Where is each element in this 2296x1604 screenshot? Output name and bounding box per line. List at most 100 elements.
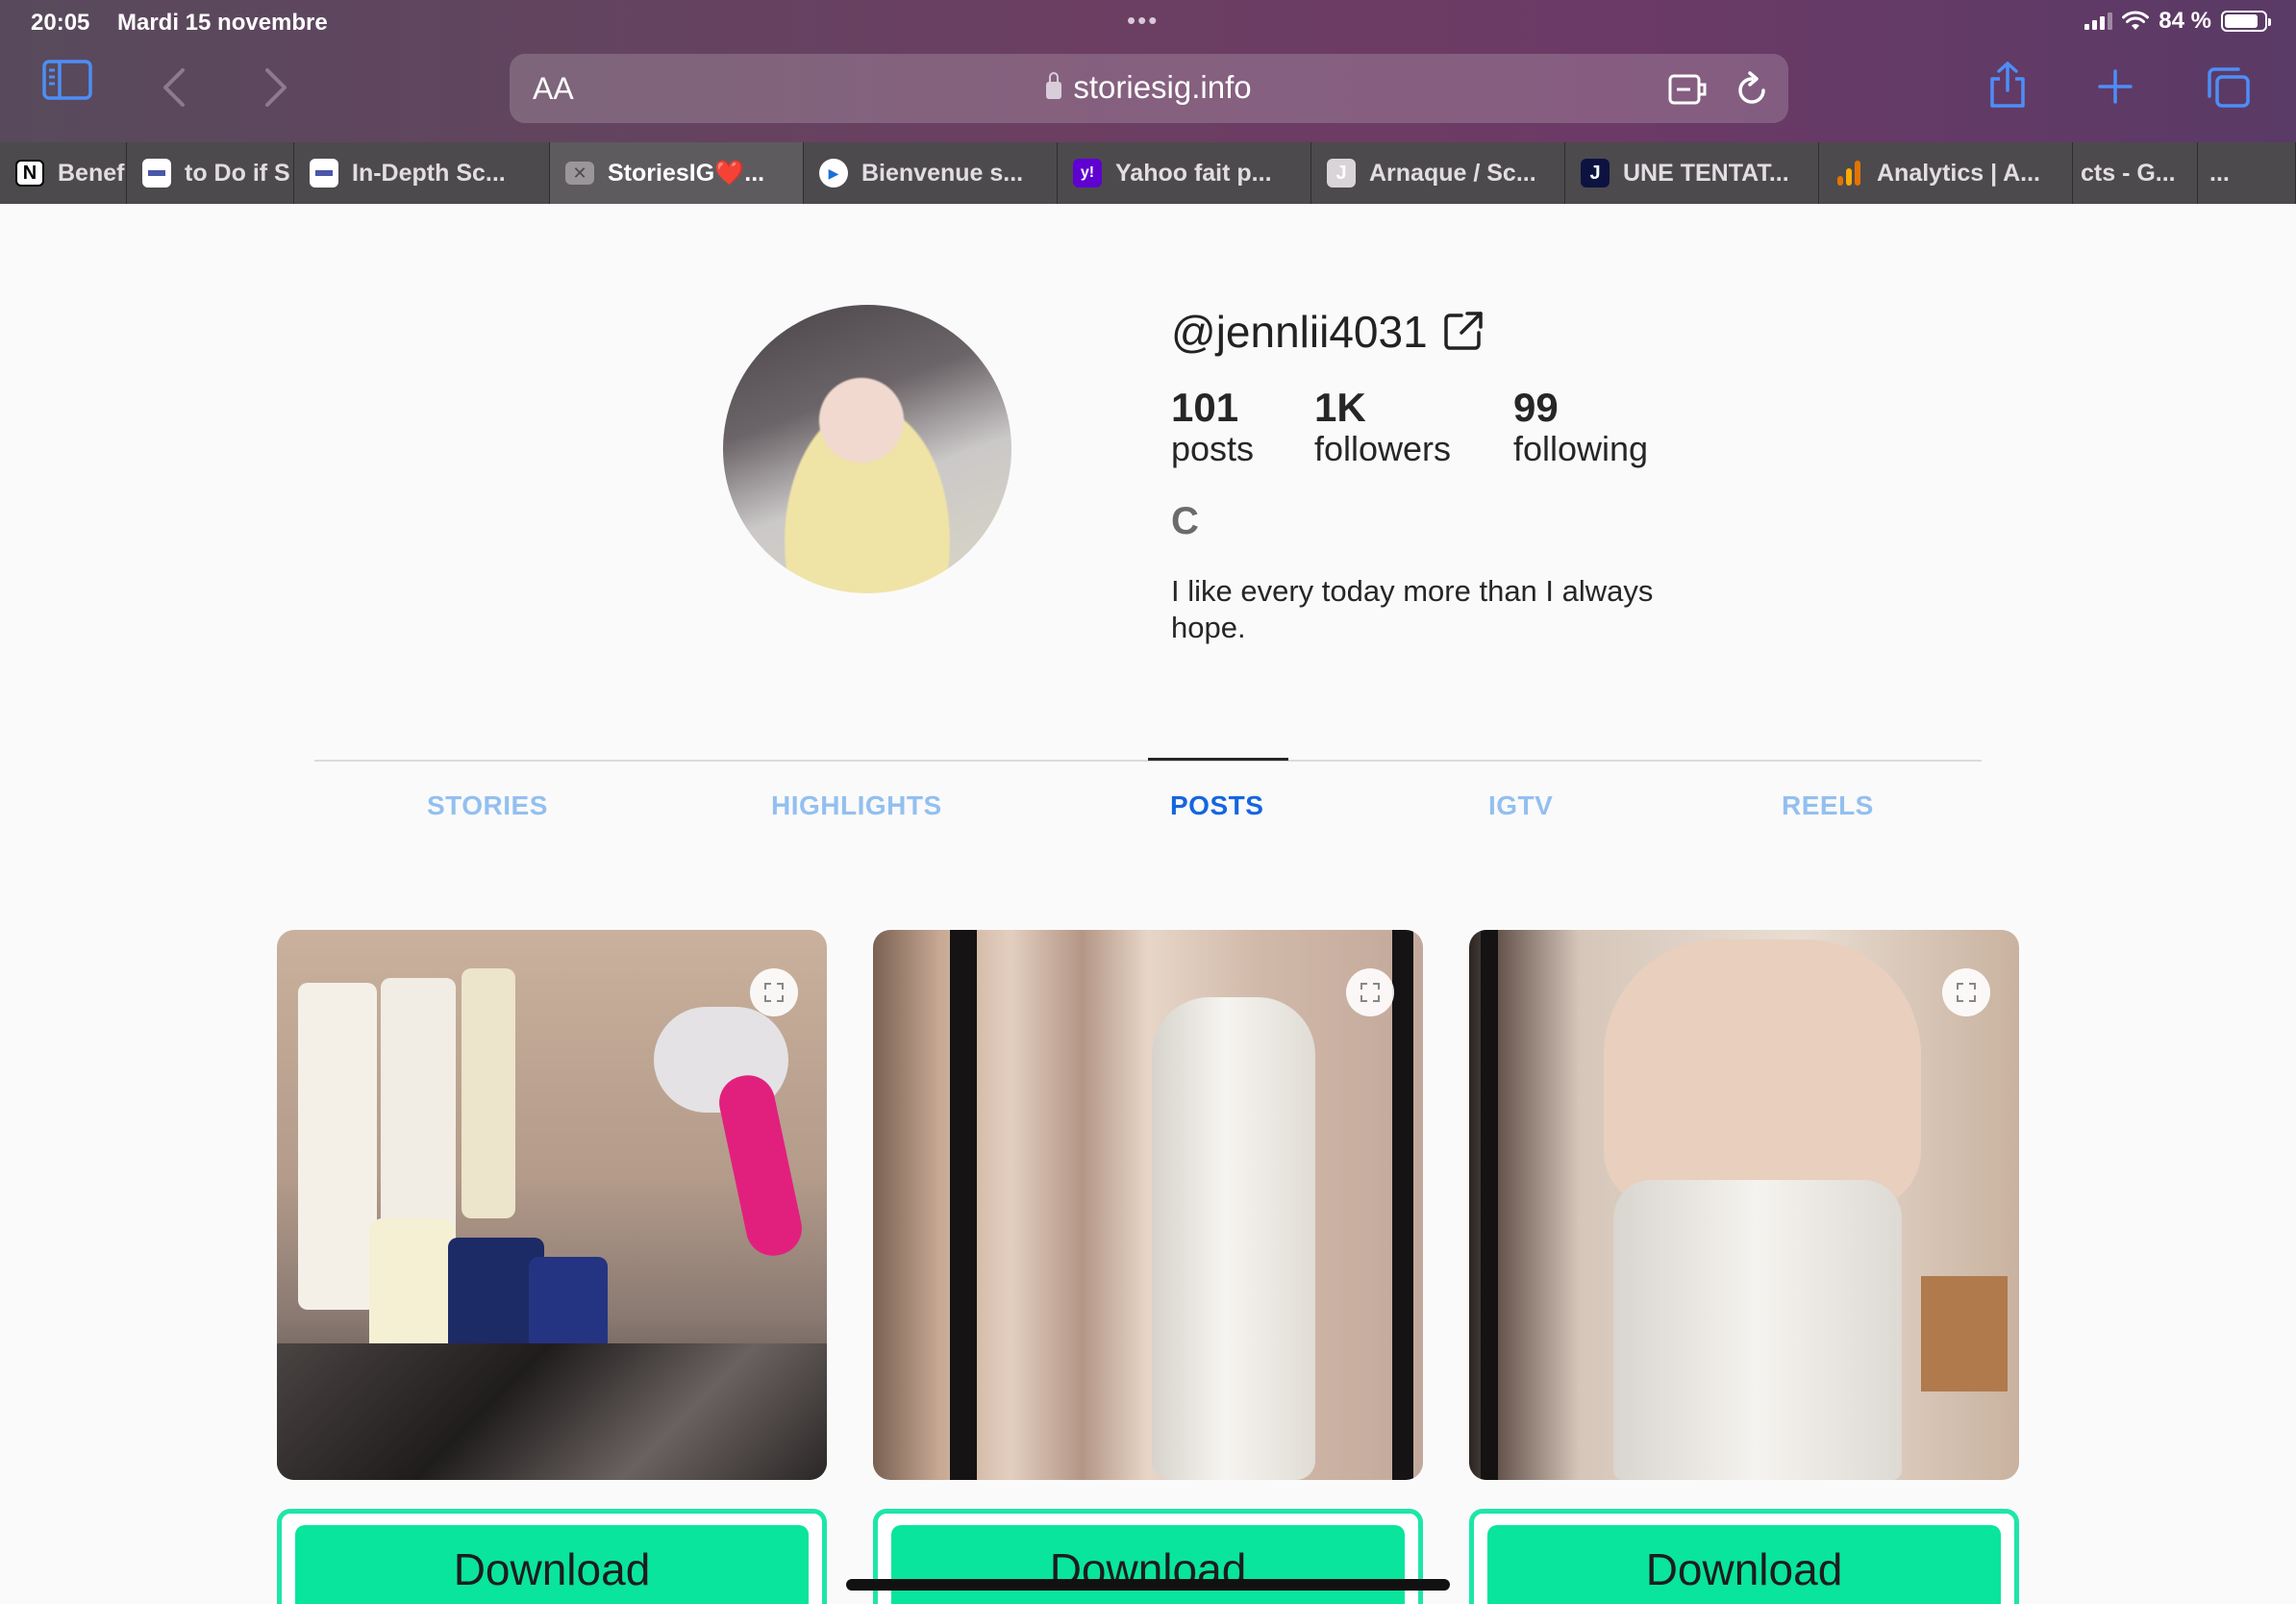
extension-icon[interactable] (1667, 73, 1708, 106)
close-tab-icon[interactable]: ✕ (565, 162, 594, 185)
browser-tab[interactable]: ▶ Bienvenue s... (804, 142, 1058, 204)
download-button[interactable]: Download (295, 1525, 809, 1604)
share-icon[interactable] (1986, 60, 2029, 110)
browser-tab[interactable]: y! Yahoo fait p... (1058, 142, 1311, 204)
profile-bio: I like every today more than I always ho… (1171, 574, 1654, 644)
marble-counter (277, 1343, 827, 1480)
status-time: 20:05 (31, 10, 90, 36)
site-favicon-icon (142, 159, 171, 188)
product-tube (462, 968, 515, 1218)
tab-label: cts - G... (2081, 159, 2176, 187)
cardboard-box (1921, 1276, 2008, 1391)
download-button[interactable]: Download (891, 1525, 1405, 1604)
address-bar[interactable]: AA storiesig.info (510, 54, 1788, 123)
url-display[interactable]: storiesig.info (510, 69, 1788, 106)
tab-bar: N Benef to Do if S In-Depth Sc... ✕ Stor… (0, 142, 2296, 204)
browser-tab[interactable]: N Benef (0, 142, 127, 204)
posts-stat: 101 posts (1171, 385, 1254, 469)
tab-label: Yahoo fait p... (1115, 159, 1272, 187)
tab-igtv[interactable]: IGTV (1488, 790, 1553, 821)
tab-label: ... (2209, 159, 2230, 187)
tab-stories[interactable]: STORIES (427, 790, 548, 821)
tab-label: to Do if S (185, 159, 290, 187)
tab-reels[interactable]: REELS (1782, 790, 1874, 821)
multitasking-dots[interactable]: ••• (1127, 6, 1159, 36)
status-bar: 20:05 Mardi 15 novembre ••• 84 % (0, 0, 2296, 46)
status-date: Mardi 15 novembre (117, 10, 328, 36)
browser-tab[interactable]: to Do if S (127, 142, 294, 204)
tab-label: UNE TENTAT... (1623, 159, 1789, 187)
tab-overview-icon[interactable] (2206, 65, 2252, 110)
status-right: 84 % (2084, 8, 2271, 35)
mirror-frame (1481, 930, 1498, 1480)
post-image[interactable] (277, 930, 827, 1480)
tab-highlights[interactable]: HIGHLIGHTS (771, 790, 942, 821)
browser-tab[interactable]: In-Depth Sc... (294, 142, 550, 204)
followers-count: 1K (1314, 385, 1366, 430)
url-text: storiesig.info (1073, 69, 1252, 105)
active-tab-indicator (1148, 758, 1288, 761)
following-count: 99 (1513, 385, 1559, 430)
play-icon: ▶ (819, 159, 848, 188)
battery-icon (2221, 11, 2271, 32)
wifi-icon (2122, 11, 2150, 30)
web-page: @jennlii4031 101 posts 1K followers 99 f… (0, 204, 2296, 1604)
tab-label: StoriesIG❤️... (608, 159, 765, 187)
cellular-signal-icon (2084, 13, 2113, 30)
browser-tab[interactable]: J UNE TENTAT... (1565, 142, 1819, 204)
sidebar-icon[interactable] (42, 60, 92, 100)
expand-icon (764, 983, 784, 1002)
tab-label: Analytics | A... (1877, 159, 2041, 187)
download-card: Download (1469, 1509, 2019, 1604)
yahoo-icon: y! (1073, 159, 1102, 188)
profile-username: @jennlii4031 (1171, 307, 1428, 357)
reload-icon[interactable] (1734, 71, 1769, 108)
tab-label: Arnaque / Sc... (1369, 159, 1536, 187)
profile-full-name: C (1171, 500, 1199, 542)
home-indicator[interactable] (846, 1579, 1450, 1591)
profile-avatar (723, 305, 1011, 593)
expand-button[interactable] (1346, 968, 1394, 1016)
tab-posts[interactable]: POSTS (1170, 790, 1263, 821)
site-favicon-icon: J (1581, 159, 1610, 188)
browser-tab[interactable]: J Arnaque / Sc... (1311, 142, 1565, 204)
bare-back (1604, 940, 1921, 1209)
mirror-frame (1392, 930, 1413, 1480)
battery-percent: 84 % (2159, 8, 2211, 34)
browser-tab-active[interactable]: ✕ StoriesIG❤️... (550, 142, 804, 204)
download-button[interactable]: Download (1487, 1525, 2001, 1604)
expand-icon (1957, 983, 1976, 1002)
post-image[interactable] (873, 930, 1423, 1480)
download-card: Download (277, 1509, 827, 1604)
mirror-frame (950, 930, 977, 1480)
expand-icon (1360, 983, 1380, 1002)
site-favicon-icon (310, 159, 338, 188)
external-link-icon[interactable] (1442, 310, 1485, 352)
posts-count: 101 (1171, 385, 1239, 430)
tab-label: Bienvenue s... (861, 159, 1024, 187)
posts-label: posts (1171, 429, 1255, 468)
lock-icon (1046, 72, 1062, 99)
browser-tab[interactable]: Analytics | A... (1819, 142, 2073, 204)
browser-tab[interactable]: cts - G... (2073, 142, 2198, 204)
forward-icon[interactable] (263, 67, 288, 108)
analytics-icon (1837, 161, 1860, 186)
white-dress (1152, 997, 1315, 1480)
white-dress (1613, 1180, 1902, 1480)
tab-label: Benef (58, 159, 125, 187)
followers-label: followers (1314, 429, 1452, 468)
notion-icon: N (15, 160, 44, 187)
following-label: following (1513, 429, 1649, 468)
expand-button[interactable] (750, 968, 798, 1016)
browser-tab[interactable]: ... (2198, 142, 2296, 204)
post-image[interactable] (1469, 930, 2019, 1480)
expand-button[interactable] (1942, 968, 1990, 1016)
new-tab-icon[interactable] (2096, 67, 2134, 106)
followers-stat: 1K followers (1314, 385, 1451, 469)
back-icon[interactable] (162, 67, 187, 108)
following-stat: 99 following (1513, 385, 1648, 469)
product-bottle (298, 983, 377, 1310)
tab-label: In-Depth Sc... (352, 159, 506, 187)
site-favicon-icon: J (1327, 159, 1356, 188)
browser-chrome: 20:05 Mardi 15 novembre ••• 84 % AA stor… (0, 0, 2296, 142)
